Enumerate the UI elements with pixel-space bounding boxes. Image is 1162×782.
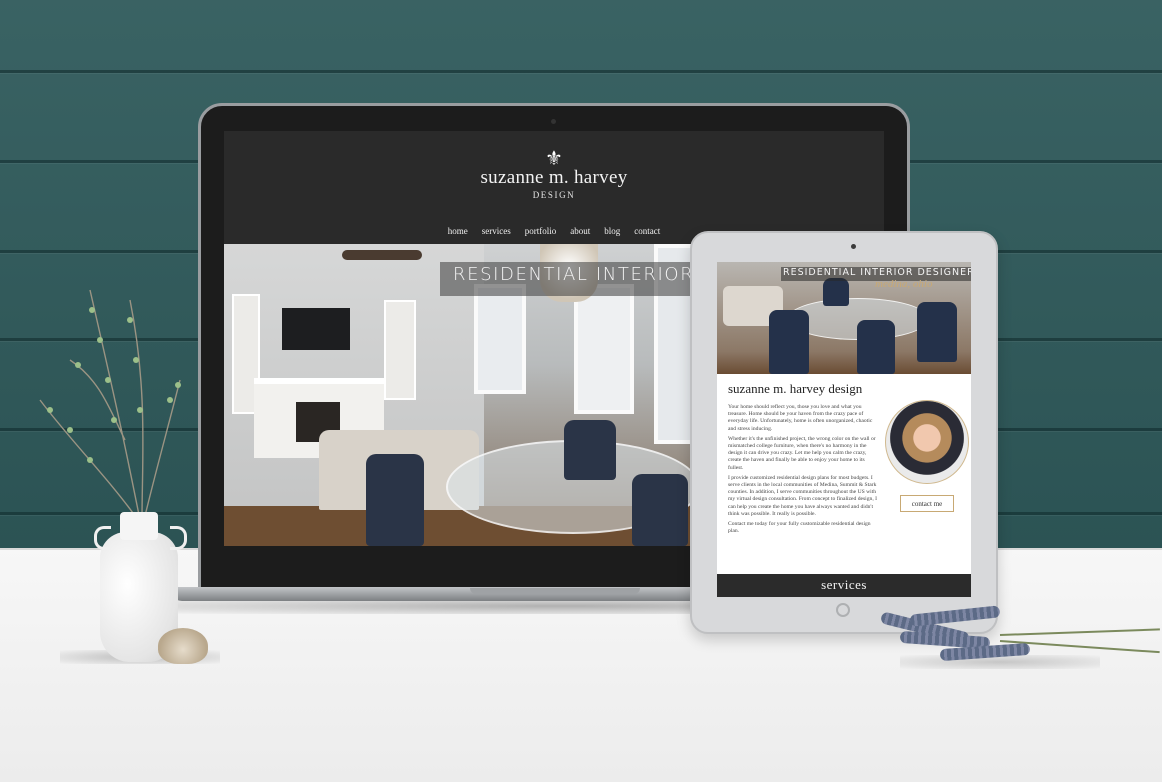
television [282, 308, 350, 350]
wall-plank-line [0, 70, 1162, 73]
vase-handle [170, 526, 187, 550]
tablet-intro-text: Your home should reflect you, those you … [728, 404, 878, 538]
nav-contact[interactable]: contact [634, 226, 660, 236]
dining-chair [917, 302, 957, 362]
site-header: ⚜ suzanne m. harvey DESIGN home services… [224, 131, 884, 244]
dining-chair [857, 320, 895, 374]
tablet-camera [851, 244, 856, 249]
vase-handle [94, 526, 111, 550]
intro-paragraph: I provide customized residential design … [728, 474, 877, 517]
tablet-screen: RESIDENTIAL INTERIOR DESIGNER medina, oh… [717, 262, 971, 597]
nav-services[interactable]: services [482, 226, 511, 236]
lavender-bud [909, 605, 1001, 627]
branches-decoration [39, 289, 181, 521]
room-window [574, 284, 634, 414]
dining-chair [564, 420, 616, 480]
ceiling-fan [342, 250, 422, 260]
hero-heading: RESIDENTIAL INTERIOR DE [453, 264, 731, 285]
intro-paragraph: Contact me today for your fully customiz… [728, 521, 871, 535]
designer-portrait [885, 400, 969, 484]
dining-chair [823, 278, 849, 306]
dining-chair [769, 310, 809, 374]
bookshelf-right [384, 300, 416, 400]
dried-flower [158, 628, 208, 664]
dining-chair [366, 454, 424, 546]
room-window [474, 284, 526, 394]
laptop-notch [470, 588, 640, 594]
intro-paragraph: Whether it's the unfinished project, the… [728, 435, 876, 471]
nav-portfolio[interactable]: portfolio [525, 226, 557, 236]
tablet-page-title: suzanne m. harvey design [728, 381, 863, 396]
contact-me-button[interactable]: contact me [900, 495, 954, 512]
lavender-stem [999, 628, 1160, 636]
nav-blog[interactable]: blog [604, 226, 620, 236]
brand-name[interactable]: suzanne m. harvey [224, 167, 884, 189]
lavender-bundle [879, 604, 1162, 674]
tablet-hero-script: medina, ohio [875, 278, 933, 290]
tablet-home-button[interactable] [836, 603, 850, 617]
nav-home[interactable]: home [448, 226, 468, 236]
intro-paragraph: Your home should reflect you, those you … [728, 404, 873, 432]
brand-subtitle: DESIGN [532, 190, 576, 200]
nav-about[interactable]: about [570, 226, 590, 236]
vase-neck [120, 512, 158, 540]
dining-chair [632, 474, 688, 546]
laptop-camera [551, 119, 556, 124]
services-heading: services [717, 574, 971, 597]
tablet-hero-heading: RESIDENTIAL INTERIOR DESIGNER [783, 267, 971, 278]
